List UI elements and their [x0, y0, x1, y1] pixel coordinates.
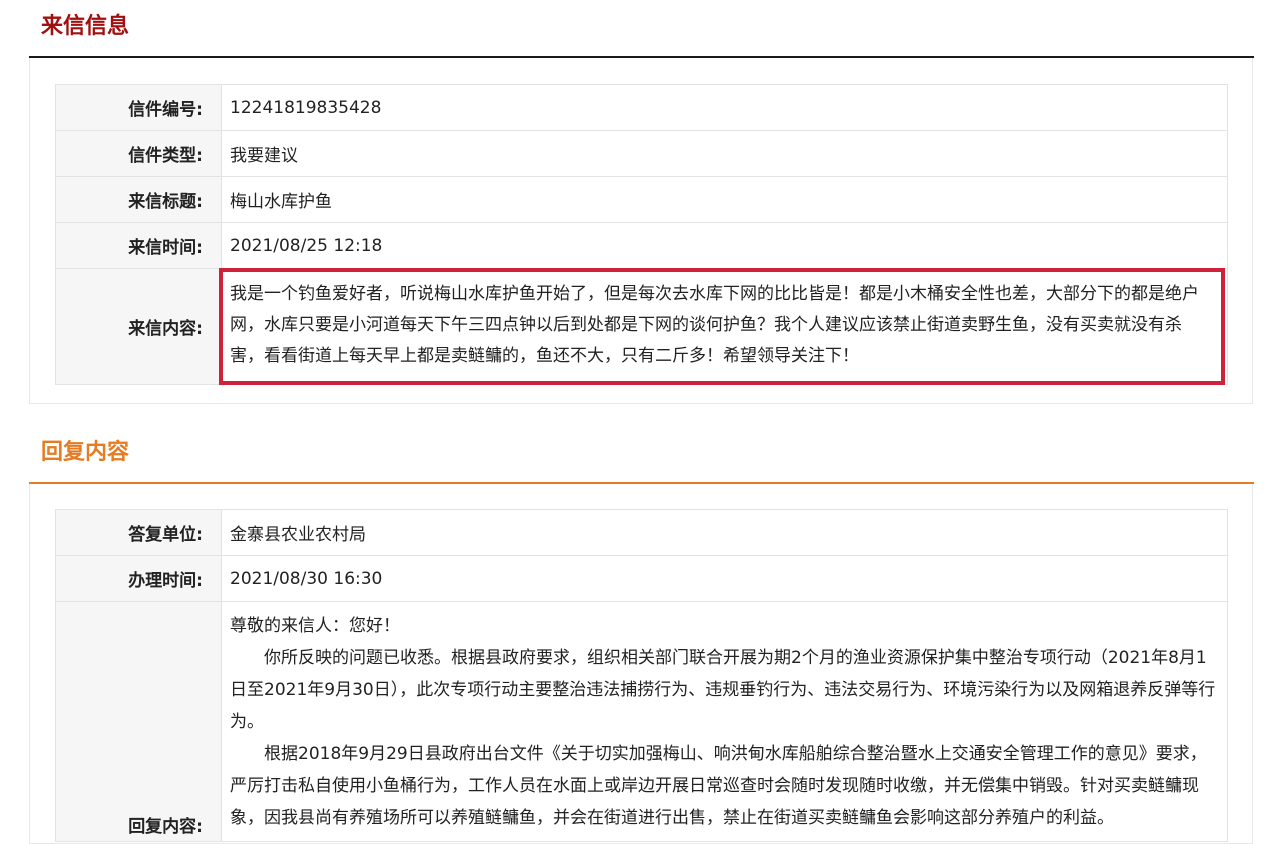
letter-time-value: 2021/08/25 12:18: [221, 222, 1228, 269]
letter-number-label: 信件编号:: [55, 84, 222, 131]
reply-section-title: 回复内容: [41, 440, 130, 465]
reply-content: 尊敬的来信人：您好！ 你所反映的问题已收悉。根据县政府要求，组织相关部门联合开展…: [221, 601, 1228, 842]
letter-time-label: 来信时间:: [55, 222, 222, 269]
reply-content-label: 回复内容:: [55, 601, 222, 842]
letter-title-value: 梅山水库护鱼: [221, 176, 1228, 223]
handle-time-label: 办理时间:: [55, 555, 222, 602]
reply-paragraph: 你所反映的问题已收悉。根据县政府要求，组织相关部门联合开展为期2个月的渔业资源保…: [230, 648, 1216, 732]
table-row: 答复单位: 金寨县农业农村局: [55, 509, 1228, 556]
table-row: 信件类型: 我要建议: [55, 130, 1228, 177]
letter-section-title: 来信信息: [41, 14, 130, 39]
table-row: 信件编号: 12241819835428: [55, 84, 1228, 131]
letter-type-label: 信件类型:: [55, 130, 222, 177]
letter-title-label: 来信标题:: [55, 176, 222, 223]
table-row: 回复内容: 尊敬的来信人：您好！ 你所反映的问题已收悉。根据县政府要求，组织相关…: [55, 601, 1228, 842]
letter-content-text: 我是一个钓鱼爱好者，听说梅山水库护鱼开始了，但是每次去水库下网的比比皆是！都是小…: [221, 268, 1228, 385]
reply-unit-label: 答复单位:: [55, 509, 222, 556]
letter-content-label: 来信内容:: [55, 268, 222, 385]
reply-paragraph: 根据2018年9月29日县政府出台文件《关于切实加强梅山、响洪甸水库船舶综合整治…: [230, 744, 1207, 828]
table-row: 来信时间: 2021/08/25 12:18: [55, 222, 1228, 269]
table-row: 来信内容: 我是一个钓鱼爱好者，听说梅山水库护鱼开始了，但是每次去水库下网的比比…: [55, 268, 1228, 385]
handle-time-value: 2021/08/30 16:30: [221, 555, 1228, 602]
letter-number-value: 12241819835428: [221, 84, 1228, 131]
letter-type-value: 我要建议: [221, 130, 1228, 177]
reply-greeting: 尊敬的来信人：您好！: [230, 616, 400, 636]
table-row: 来信标题: 梅山水库护鱼: [55, 176, 1228, 223]
reply-unit-value: 金寨县农业农村局: [221, 509, 1228, 556]
reply-info-table: 答复单位: 金寨县农业农村局 办理时间: 2021/08/30 16:30 回复…: [55, 509, 1228, 842]
table-row: 办理时间: 2021/08/30 16:30: [55, 555, 1228, 602]
letter-info-table: 信件编号: 12241819835428 信件类型: 我要建议 来信标题: 梅山…: [55, 84, 1228, 385]
